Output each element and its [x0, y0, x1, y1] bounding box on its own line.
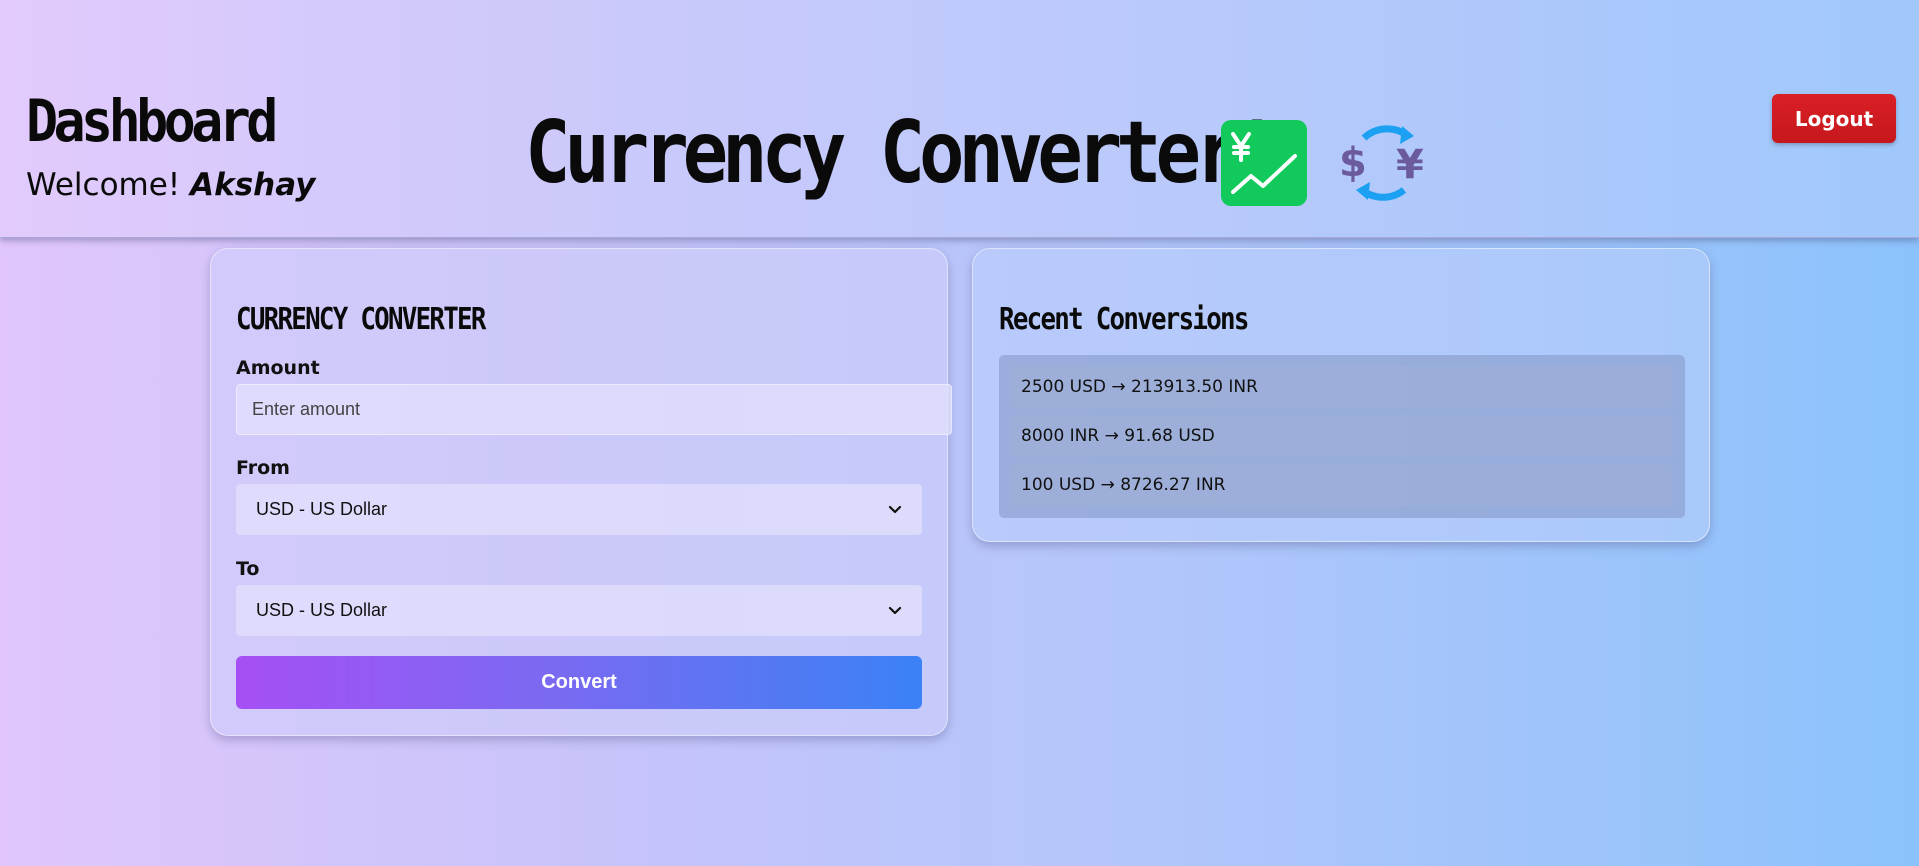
to-label: To — [236, 558, 260, 580]
user-name: Akshay — [190, 167, 316, 203]
page-title: Currency Converter! — [525, 103, 1280, 203]
dashboard-title: Dashboard — [26, 87, 278, 155]
converter-card: CURRENCY CONVERTER Amount From USD - US … — [210, 248, 952, 736]
currency-exchange-icon: $ ¥ — [1336, 116, 1432, 210]
converter-heading: CURRENCY CONVERTER — [236, 302, 486, 337]
from-currency-value: USD - US Dollar — [256, 499, 388, 519]
to-currency-value: USD - US Dollar — [256, 600, 388, 620]
amount-label: Amount — [236, 357, 320, 379]
convert-button[interactable]: Convert — [236, 656, 922, 709]
list-item: 8000 INR → 91.68 USD — [1011, 415, 1673, 457]
chevron-down-icon — [888, 606, 902, 614]
conversion-history-list: 2500 USD → 213913.50 INR 8000 INR → 91.6… — [999, 355, 1685, 518]
list-item: 2500 USD → 213913.50 INR — [1011, 366, 1673, 408]
recent-conversions-heading: Recent Conversions — [999, 302, 1249, 337]
amount-input[interactable] — [236, 384, 952, 435]
welcome-message: Welcome! Akshay — [26, 170, 315, 201]
svg-text:$: $ — [1339, 140, 1367, 186]
svg-text:¥: ¥ — [1396, 142, 1424, 188]
header: Dashboard Welcome! Akshay Currency Conve… — [0, 0, 1919, 238]
chart-increasing-with-yen-icon — [1221, 120, 1307, 206]
list-item: 100 USD → 8726.27 INR — [1011, 464, 1673, 506]
recent-conversions-card: Recent Conversions 2500 USD → 213913.50 … — [972, 248, 1710, 542]
logout-button[interactable]: Logout — [1772, 94, 1896, 143]
from-currency-select[interactable]: USD - US Dollar — [236, 484, 922, 535]
welcome-prefix: Welcome! — [26, 167, 181, 203]
chevron-down-icon — [888, 505, 902, 513]
to-currency-select[interactable]: USD - US Dollar — [236, 585, 922, 636]
from-label: From — [236, 457, 290, 479]
